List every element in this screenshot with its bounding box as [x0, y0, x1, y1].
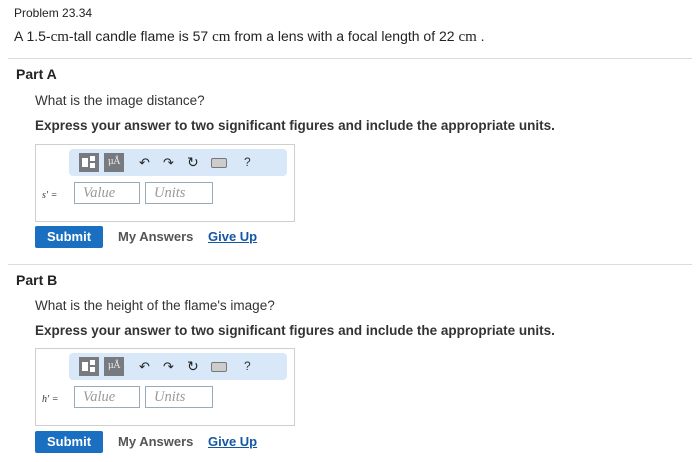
- undo-icon[interactable]: ↶: [139, 153, 150, 172]
- part-b-submit-button[interactable]: Submit: [35, 431, 103, 453]
- part-a-instruction: Express your answer to two significant f…: [35, 118, 555, 133]
- problem-number: Problem 23.34: [14, 6, 93, 20]
- statement-unit: cm: [458, 29, 477, 45]
- part-a-my-answers-link[interactable]: My Answers: [118, 229, 193, 244]
- part-a-title: Part A: [16, 66, 57, 82]
- statement-text: .: [476, 28, 485, 44]
- statement-text: A 1.5-: [14, 28, 51, 44]
- part-b-my-answers-link[interactable]: My Answers: [118, 434, 193, 449]
- part-b-answer-box: μÅ ↶ ↷ ↻ ? h′ = Value Units: [35, 348, 295, 426]
- reset-icon[interactable]: ↻: [187, 153, 199, 172]
- part-a-variable-label: s′ =: [42, 190, 58, 201]
- part-a-give-up-link[interactable]: Give Up: [208, 229, 257, 244]
- part-b-variable-label: h′ =: [42, 394, 59, 405]
- part-a-question: What is the image distance?: [35, 93, 205, 108]
- undo-icon[interactable]: ↶: [139, 357, 150, 376]
- keyboard-icon[interactable]: [211, 362, 227, 372]
- redo-icon[interactable]: ↷: [163, 153, 174, 172]
- part-b-value-input[interactable]: Value: [74, 386, 140, 408]
- problem-statement: A 1.5-cm-tall candle flame is 57 cm from…: [14, 28, 485, 46]
- divider: [8, 58, 692, 59]
- part-b-question: What is the height of the flame's image?: [35, 298, 275, 313]
- greek-symbols-button[interactable]: μÅ: [104, 357, 124, 376]
- templates-icon[interactable]: [79, 153, 99, 172]
- statement-unit: cm: [212, 29, 231, 45]
- help-icon[interactable]: ?: [244, 357, 251, 376]
- greek-symbols-button[interactable]: μÅ: [104, 153, 124, 172]
- part-a-submit-button[interactable]: Submit: [35, 226, 103, 248]
- keyboard-icon[interactable]: [211, 158, 227, 168]
- redo-icon[interactable]: ↷: [163, 357, 174, 376]
- templates-icon[interactable]: [79, 357, 99, 376]
- reset-icon[interactable]: ↻: [187, 357, 199, 376]
- part-b-math-toolbar: μÅ ↶ ↷ ↻ ?: [69, 353, 287, 380]
- part-b-instruction: Express your answer to two significant f…: [35, 323, 555, 338]
- part-a-math-toolbar: μÅ ↶ ↷ ↻ ?: [69, 149, 287, 176]
- part-a-answer-box: μÅ ↶ ↷ ↻ ? s′ = Value Units: [35, 144, 295, 222]
- part-b-give-up-link[interactable]: Give Up: [208, 434, 257, 449]
- divider: [8, 264, 692, 265]
- part-a-value-input[interactable]: Value: [74, 182, 140, 204]
- help-icon[interactable]: ?: [244, 153, 251, 172]
- statement-unit: cm: [50, 29, 69, 45]
- part-b-title: Part B: [16, 272, 58, 288]
- part-a-units-input[interactable]: Units: [145, 182, 213, 204]
- statement-text: from a lens with a focal length of 22: [230, 28, 459, 44]
- part-b-units-input[interactable]: Units: [145, 386, 213, 408]
- statement-text: -tall candle flame is 57: [68, 28, 213, 44]
